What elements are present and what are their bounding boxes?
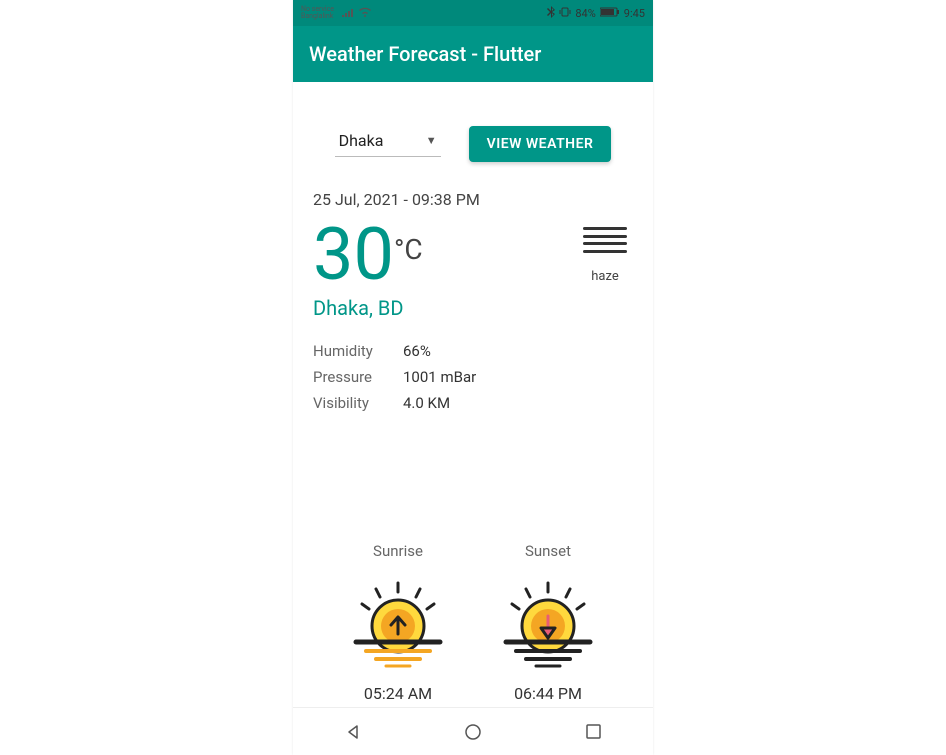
stat-humidity: Humidity 66% [313, 342, 637, 360]
carrier-text-2: Banglalink [301, 13, 334, 20]
sunrise-label: Sunrise [373, 542, 423, 560]
haze-icon [583, 227, 627, 253]
vibrate-icon [559, 7, 571, 20]
location-text: Dhaka, BD [309, 296, 637, 320]
signal-icon [342, 7, 356, 20]
battery-percent: 84% [575, 7, 595, 20]
content-area: Dhaka ▼ VIEW WEATHER 25 Jul, 2021 - 09:3… [293, 82, 653, 703]
sunset-label: Sunset [525, 542, 571, 560]
condition-label: haze [591, 269, 618, 284]
controls-row: Dhaka ▼ VIEW WEATHER [309, 126, 637, 162]
wifi-icon [358, 7, 372, 20]
sunset-time: 06:44 PM [514, 684, 582, 703]
view-weather-button[interactable]: VIEW WEATHER [469, 126, 612, 162]
sunrise-column: Sunrise [343, 542, 453, 703]
humidity-value: 66% [403, 342, 431, 360]
temperature-row: 30 °C haze [309, 219, 637, 291]
nav-back-button[interactable] [343, 722, 363, 742]
chevron-down-icon: ▼ [426, 134, 437, 147]
visibility-value: 4.0 KM [403, 394, 450, 412]
condition-block: haze [583, 227, 627, 284]
stats-block: Humidity 66% Pressure 1001 mBar Visibili… [309, 342, 637, 412]
stat-visibility: Visibility 4.0 KM [313, 394, 637, 412]
temperature-value: 30 [313, 219, 394, 291]
visibility-label: Visibility [313, 394, 403, 412]
temperature-unit: °C [394, 233, 423, 266]
humidity-label: Humidity [313, 342, 403, 360]
nav-home-button[interactable] [463, 722, 483, 742]
sun-times-row: Sunrise [309, 542, 637, 703]
nav-recent-button[interactable] [583, 722, 603, 742]
android-nav-bar [293, 707, 653, 755]
carrier-info: No service Banglalink [301, 6, 334, 20]
status-right: 84% 9:45 [547, 6, 645, 21]
app-bar: Weather Forecast - Flutter [293, 26, 653, 82]
sunset-column: Sunset [493, 542, 603, 703]
status-bar: No service Banglalink 84% 9:45 [293, 0, 653, 26]
pressure-value: 1001 mBar [403, 368, 476, 386]
phone-frame: No service Banglalink 84% 9:45 W [293, 0, 653, 755]
app-title: Weather Forecast - Flutter [309, 42, 541, 66]
stat-pressure: Pressure 1001 mBar [313, 368, 637, 386]
dropdown-selected-text: Dhaka [339, 131, 384, 150]
pressure-label: Pressure [313, 368, 403, 386]
sunset-icon [498, 578, 598, 668]
sunrise-time: 05:24 AM [364, 684, 432, 703]
city-dropdown[interactable]: Dhaka ▼ [335, 131, 441, 157]
status-left: No service Banglalink [301, 6, 372, 20]
status-time: 9:45 [624, 7, 645, 20]
temperature-group: 30 °C [313, 219, 423, 291]
datetime-text: 25 Jul, 2021 - 09:38 PM [309, 190, 637, 209]
bluetooth-icon [547, 6, 555, 21]
sunrise-icon [348, 578, 448, 668]
battery-icon [600, 7, 620, 20]
